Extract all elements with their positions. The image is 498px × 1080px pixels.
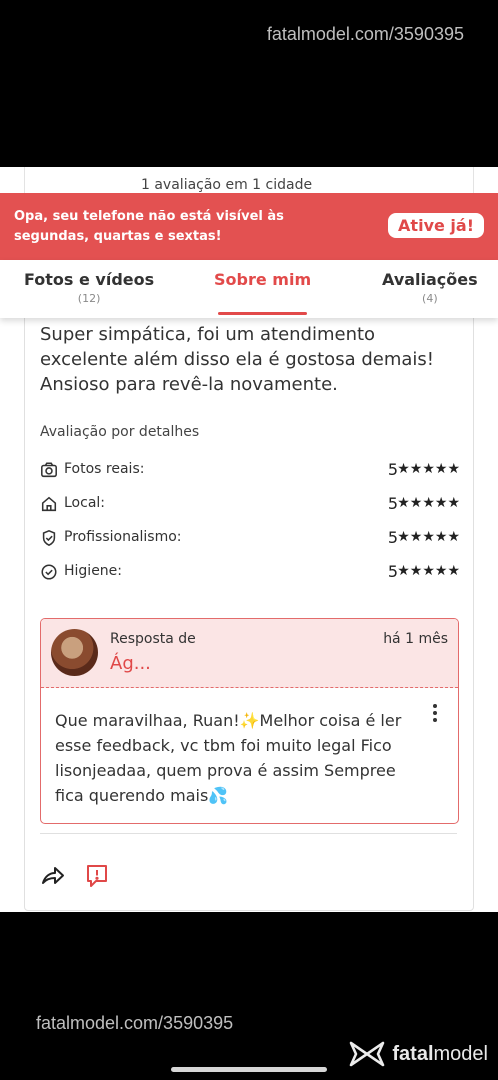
more-options-icon[interactable] (432, 704, 438, 722)
detail-label: Higiene: (64, 563, 123, 579)
owner-reply: Resposta de Ág... há 1 mês Que maravilha… (40, 618, 459, 824)
check-circle-icon (41, 564, 57, 580)
detail-row-profissionalismo: Profissionalismo: 5 ★★★★★ (40, 528, 460, 548)
report-icon[interactable] (84, 863, 110, 889)
divider (40, 833, 457, 834)
banner-message: Opa, seu telefone não está visível às se… (14, 209, 284, 244)
avatar (51, 629, 98, 676)
tab-label: Sobre mim (214, 270, 312, 289)
tab-about-me[interactable]: Sobre mim (214, 270, 312, 315)
home-icon (41, 496, 57, 512)
detail-row-higiene: Higiene: 5 ★★★★★ (40, 562, 460, 582)
brand-wordmark: fatalmodel (392, 1042, 488, 1065)
phone-visibility-banner: Opa, seu telefone não está visível às se… (0, 193, 498, 260)
watermark-top: fatalmodel.com/3590395 (266, 24, 464, 44)
detail-stars: ★★★★★ (397, 495, 460, 511)
tab-photos-videos[interactable]: Fotos e vídeos (12) (24, 270, 154, 305)
reply-text: Que maravilhaa, Ruan!✨Melhor coisa é ler… (55, 711, 402, 805)
reply-timestamp: há 1 mês (383, 631, 448, 647)
camera-icon (41, 462, 57, 478)
detail-label: Local: (64, 495, 106, 511)
badge-check-icon (42, 529, 56, 547)
profile-summary-peek: 1 avaliação em 1 cidade (24, 167, 474, 194)
detail-row-fotos-reais: Fotos reais: 5 ★★★★★ (40, 460, 460, 480)
detail-label: Profissionalismo: (64, 529, 182, 545)
detail-label: Fotos reais: (64, 461, 145, 477)
activate-now-button[interactable]: Ative já! (388, 213, 484, 238)
profile-tabs: Fotos e vídeos (12) Sobre mim Avaliações… (0, 260, 498, 318)
brand-logo: fatalmodel (348, 1040, 488, 1068)
tab-reviews[interactable]: Avaliações (4) (382, 270, 478, 305)
reply-header: Resposta de Ág... há 1 mês (41, 619, 458, 688)
tab-count: (4) (422, 292, 438, 305)
tab-label: Avaliações (382, 270, 478, 289)
tab-count: (12) (77, 292, 101, 305)
review-card: Super simpática, foi um atendimento exce… (24, 287, 474, 911)
watermark-bottom: fatalmodel.com/3590395 (36, 1013, 234, 1033)
review-text: Super simpática, foi um atendimento exce… (40, 324, 434, 395)
active-tab-indicator (218, 312, 308, 315)
detail-stars: ★★★★★ (397, 563, 460, 579)
app-screen: 1 avaliação em 1 cidade Opa, seu telefon… (0, 167, 498, 912)
butterfly-logo-icon (350, 1041, 385, 1067)
detail-row-local: Local: 5 ★★★★★ (40, 494, 460, 514)
reviews-summary-text: 1 avaliação em 1 cidade (141, 177, 313, 193)
reply-label: Resposta de (110, 631, 196, 647)
details-title: Avaliação por detalhes (40, 424, 200, 440)
home-indicator[interactable] (171, 1067, 327, 1072)
share-icon[interactable] (40, 863, 66, 889)
detail-stars: ★★★★★ (397, 461, 460, 477)
detail-stars: ★★★★★ (397, 529, 460, 545)
reply-author-name[interactable]: Ág... (110, 653, 151, 674)
tab-label: Fotos e vídeos (24, 270, 155, 289)
